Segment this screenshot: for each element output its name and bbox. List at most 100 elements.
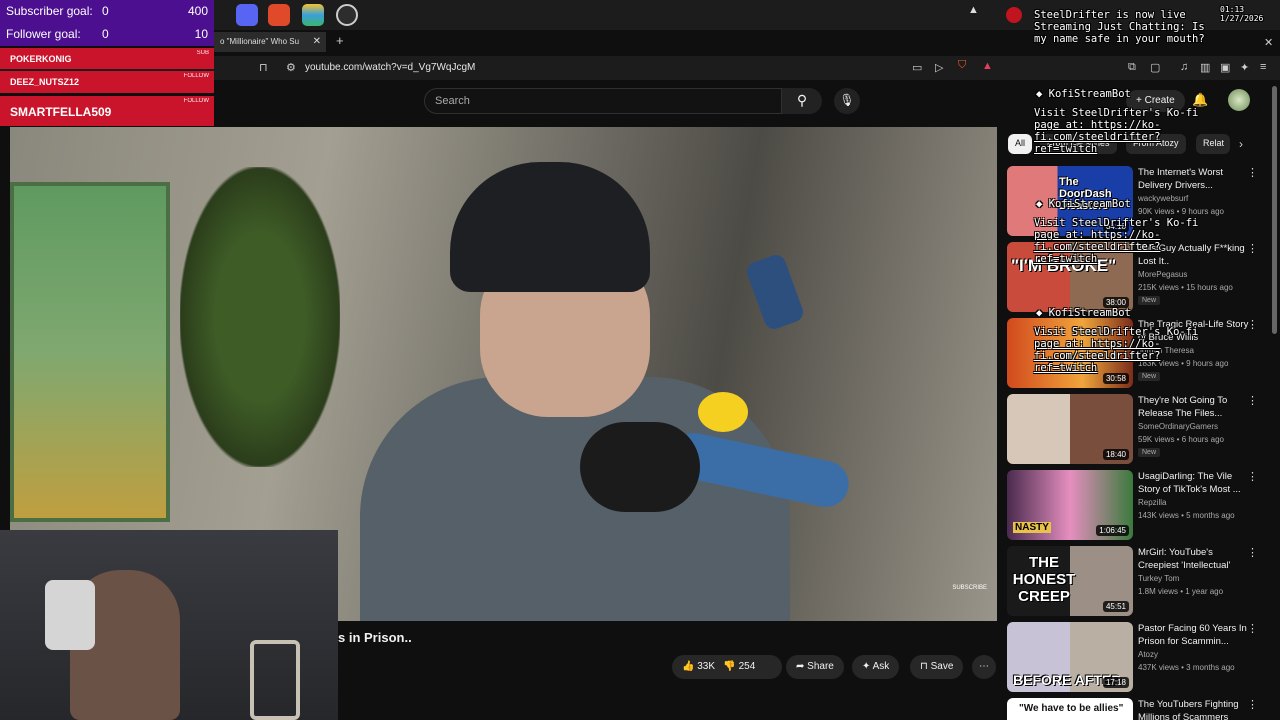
video-meta: 90K views • 9 hours ago [1138, 207, 1224, 216]
wallet-icon[interactable]: ▣ [1220, 61, 1230, 74]
tray-app-icon[interactable] [1006, 7, 1022, 23]
close-window-icon[interactable]: ✕ [1264, 36, 1273, 49]
subscribe-watermark[interactable]: SUBSCRIBE [952, 585, 987, 591]
discord-icon[interactable] [236, 4, 258, 26]
mic-icon: 🎙 [839, 93, 855, 107]
list-item[interactable]: NASTY 1:06:45 UsagiDarling: The Vile Sto… [1007, 470, 1272, 542]
channel-name[interactable]: MorePegasus [1138, 270, 1187, 279]
thumbnail-text: NASTY [1013, 522, 1051, 533]
channel-name[interactable]: Repzilla [1138, 498, 1166, 507]
bell-icon[interactable]: 🔔 [1192, 92, 1208, 108]
plant [180, 167, 340, 467]
video-thumbnail[interactable]: 18:40 [1007, 394, 1133, 464]
more-actions-button[interactable]: ⋯ [972, 655, 996, 679]
new-tab-button[interactable]: + [336, 33, 344, 48]
list-item[interactable]: BEFORE AFTER 17:18 Pastor Facing 60 Year… [1007, 622, 1272, 694]
kofi-bot-label: KofiStreamBot [1048, 88, 1131, 100]
more-options-icon[interactable]: ⋮ [1247, 470, 1258, 483]
obs-icon[interactable] [336, 4, 358, 26]
save-button[interactable]: ⊓ Save [910, 655, 964, 679]
chip-all[interactable]: All [1008, 134, 1033, 154]
chip-related[interactable]: Relat [1196, 134, 1230, 154]
channel-name[interactable]: wackywebsurf [1138, 194, 1188, 203]
sidebar-scrollbar[interactable] [1272, 86, 1277, 334]
voice-search-button[interactable]: 🎙 [834, 88, 860, 114]
stream-status-line: Streaming Just Chatting: Is [1034, 21, 1205, 33]
alert-name: POKERKONIG [10, 54, 72, 64]
dislike-button[interactable]: 👎 254 [723, 661, 755, 672]
video-title[interactable]: The YouTubers Fighting Millions of Scamm… [1138, 698, 1256, 720]
video-thumbnail[interactable]: THE HONEST CREEP 45:51 [1007, 546, 1133, 616]
extension-icon[interactable] [268, 4, 290, 26]
channel-name[interactable]: Turkey Tom [1138, 574, 1179, 583]
duration-badge: 1:06:45 [1096, 525, 1129, 536]
duration-badge: 45:51 [1102, 601, 1129, 612]
more-options-icon[interactable]: ⋮ [1247, 242, 1258, 255]
brave-shield-icon[interactable]: ⛉ [958, 59, 966, 72]
kofi-message-line: page at: https://ko- [1034, 119, 1161, 131]
alert-tag: FOLLOW [183, 73, 209, 79]
mic-boom [744, 252, 806, 332]
more-options-icon[interactable]: ⋮ [1247, 318, 1258, 331]
follower-goal-current: 0 [102, 27, 109, 41]
video-title[interactable]: MrGirl: YouTube's Creepiest 'Intellectua… [1138, 546, 1256, 572]
more-options-icon[interactable]: ⋮ [1247, 166, 1258, 179]
streamer-webcam [0, 530, 338, 720]
video-title[interactable]: UsagiDarling: The Vile Story of TikTok's… [1138, 470, 1256, 496]
new-badge: New [1138, 296, 1161, 305]
video-thumbnail[interactable]: "We have to be allies" [1007, 698, 1133, 720]
video-thumbnail[interactable]: NASTY 1:06:45 [1007, 470, 1133, 540]
more-options-icon[interactable]: ⋮ [1247, 546, 1258, 559]
subscriber-goal-label: Subscriber goal: [6, 4, 93, 18]
brave-rewards-icon[interactable]: ▲ [982, 60, 993, 72]
video-meta: 1.8M views • 1 year ago [1138, 587, 1224, 596]
video-title[interactable]: They're Not Going To Release The Files..… [1138, 394, 1256, 420]
kofi-message-line: Visit SteelDrifter's Ko-fi [1034, 217, 1199, 229]
kofi-bot-name: ◆ KofiStreamBot [1036, 88, 1131, 100]
menu-icon[interactable]: ≡ [1260, 61, 1266, 73]
play-icon[interactable]: ▷ [935, 61, 943, 74]
browser-tab[interactable]: o "Millionaire" Who Su ✕ [214, 32, 326, 52]
wall-poster [10, 182, 170, 522]
ask-button[interactable]: ✦ Ask [852, 655, 900, 679]
video-title[interactable]: The Internet's Worst Delivery Drivers... [1138, 166, 1256, 192]
url-field[interactable]: youtube.com/watch?v=d_Vg7WqJcgM [305, 62, 475, 73]
search-button[interactable]: ⚲ [782, 88, 822, 114]
kofi-message-line: fi.com/steeldrifter? [1034, 241, 1161, 253]
alert-sub: POKERKONIG SUB [0, 48, 214, 69]
search-input[interactable]: Search [424, 88, 782, 114]
tab-icon[interactable]: ▢ [1150, 61, 1160, 74]
alert-tag: SUB [196, 50, 209, 56]
new-badge: New [1138, 372, 1161, 381]
like-button[interactable]: 👍 33K [682, 661, 715, 672]
chevron-right-icon[interactable]: › [1239, 137, 1243, 151]
video-thumbnail[interactable]: BEFORE AFTER 17:18 [1007, 622, 1133, 692]
more-options-icon[interactable]: ⋮ [1247, 698, 1258, 711]
subscriber-goal-target: 400 [187, 4, 208, 18]
list-item[interactable]: 18:40 They're Not Going To Release The F… [1007, 394, 1272, 466]
thumbnail-text: "We have to be allies" [1019, 703, 1124, 714]
thumbs-up-icon: 👍 [682, 661, 695, 672]
bookmark-icon[interactable]: ⊓ [259, 61, 268, 74]
notification-icon[interactable]: ▲ [968, 4, 980, 26]
more-options-icon[interactable]: ⋮ [1247, 622, 1258, 635]
clock-date: 1/27/2026 [1220, 14, 1264, 23]
channel-name[interactable]: Atozy [1138, 650, 1158, 659]
share-button[interactable]: ➦ Share [786, 655, 844, 679]
leo-icon[interactable]: ✦ [1240, 61, 1249, 74]
close-tab-icon[interactable]: ✕ [313, 36, 321, 47]
screen-icon[interactable]: ▭ [912, 61, 922, 74]
site-info-icon[interactable]: ⚙ [286, 61, 296, 74]
list-item[interactable]: THE HONEST CREEP 45:51 MrGirl: YouTube's… [1007, 546, 1272, 618]
channel-name[interactable]: SomeOrdinaryGamers [1138, 422, 1218, 431]
music-icon[interactable]: ♫ [1180, 61, 1188, 73]
list-item[interactable]: "We have to be allies" The YouTubers Fig… [1007, 698, 1272, 720]
video-meta: 59K views • 6 hours ago [1138, 435, 1224, 444]
search-icon: ⚲ [796, 92, 808, 108]
video-title[interactable]: Pastor Facing 60 Years In Prison for Sca… [1138, 622, 1256, 648]
more-options-icon[interactable]: ⋮ [1247, 394, 1258, 407]
extensions-icon[interactable]: ⧉ [1128, 61, 1136, 74]
layers-icon[interactable] [302, 4, 324, 26]
avatar[interactable] [1228, 89, 1250, 111]
sidebar-icon[interactable]: ▥ [1200, 61, 1210, 74]
